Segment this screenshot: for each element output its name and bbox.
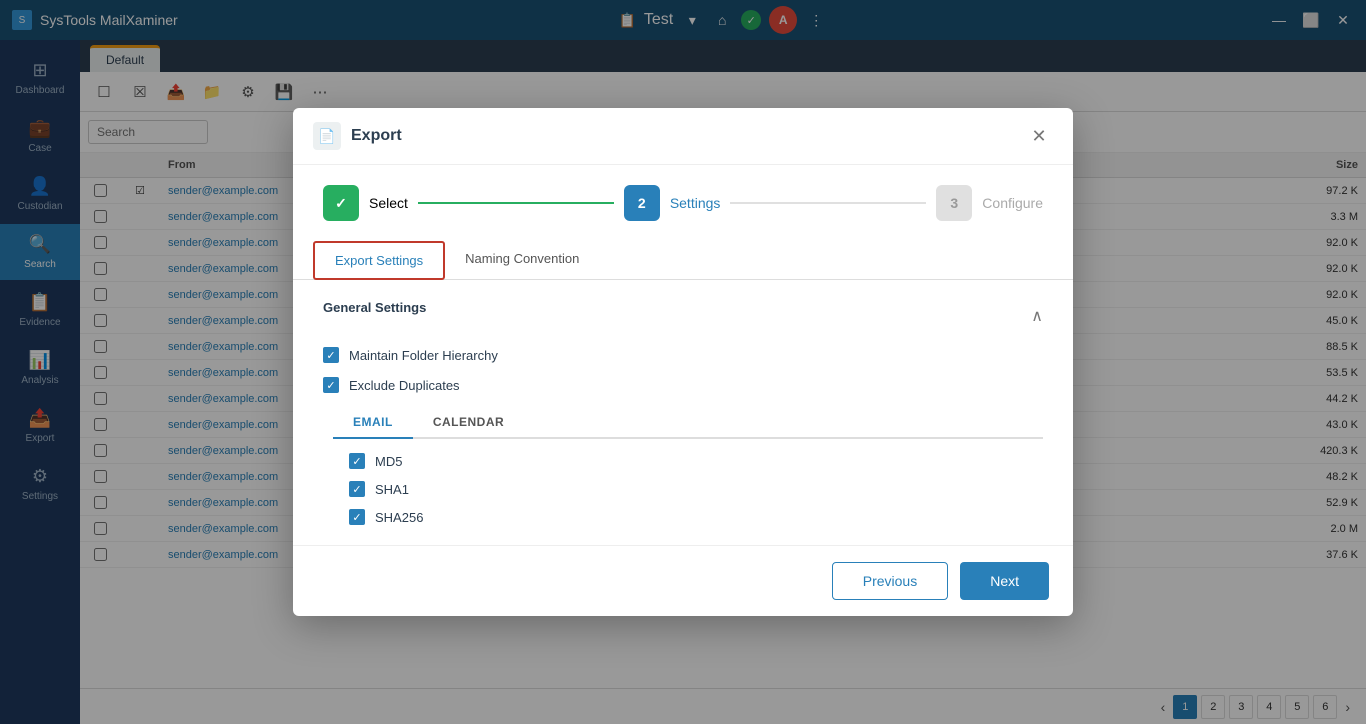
stepper: ✓ Select 2 Settings 3 Configure [293,165,1073,241]
step-1: ✓ Select [323,185,408,221]
step-line-1 [418,202,614,204]
exclude-duplicates-checkbox[interactable]: ✓ [323,377,339,393]
md5-label: MD5 [375,454,402,469]
md5-checkbox[interactable]: ✓ [349,453,365,469]
hash-row-sha1: ✓ SHA1 [349,481,1043,497]
sha256-label: SHA256 [375,510,423,525]
sub-tab-email[interactable]: EMAIL [333,407,413,439]
exclude-duplicates-label: Exclude Duplicates [349,378,460,393]
exclude-duplicates-row: ✓ Exclude Duplicates [323,377,1043,393]
maintain-folder-label: Maintain Folder Hierarchy [349,348,498,363]
collapse-btn[interactable]: ∧ [1031,306,1043,326]
next-button[interactable]: Next [960,562,1049,600]
sha1-label: SHA1 [375,482,409,497]
hash-options: ✓ MD5 ✓ SHA1 ✓ SHA256 [323,453,1043,525]
prev-button[interactable]: Previous [832,562,948,600]
step-2-circle: 2 [624,185,660,221]
modal-close-btn[interactable]: ✕ [1025,122,1053,150]
sub-tab-calendar[interactable]: CALENDAR [413,407,524,437]
step-2: 2 Settings [624,185,721,221]
step-2-label: Settings [670,195,721,211]
step-3: 3 Configure [936,185,1043,221]
step-3-circle: 3 [936,185,972,221]
modal-title-icon: 📄 [313,122,341,150]
step-3-label: Configure [982,195,1043,211]
modal-footer: Previous Next [293,545,1073,616]
maintain-folder-row: ✓ Maintain Folder Hierarchy [323,347,1043,363]
modal-body: General Settings ∧ ✓ Maintain Folder Hie… [293,280,1073,545]
step-1-circle: ✓ [323,185,359,221]
export-modal: 📄 Export ✕ ✓ Select 2 Settings 3 Configu… [293,108,1073,616]
modal-overlay: 📄 Export ✕ ✓ Select 2 Settings 3 Configu… [0,0,1366,724]
sha256-checkbox[interactable]: ✓ [349,509,365,525]
general-settings-title: General Settings [323,300,426,315]
modal-title-text: Export [351,127,402,145]
tab-naming-convention[interactable]: Naming Convention [445,241,599,280]
step-1-label: Select [369,195,408,211]
sub-tabs: EMAIL CALENDAR [333,407,1043,439]
maintain-folder-checkbox[interactable]: ✓ [323,347,339,363]
modal-header: 📄 Export ✕ [293,108,1073,165]
step-line-2 [730,202,926,204]
hash-row-md5: ✓ MD5 [349,453,1043,469]
tab-export-settings[interactable]: Export Settings [313,241,445,280]
sha1-checkbox[interactable]: ✓ [349,481,365,497]
modal-tabs: Export Settings Naming Convention [293,241,1073,280]
hash-row-sha256: ✓ SHA256 [349,509,1043,525]
modal-title: 📄 Export [313,122,402,150]
